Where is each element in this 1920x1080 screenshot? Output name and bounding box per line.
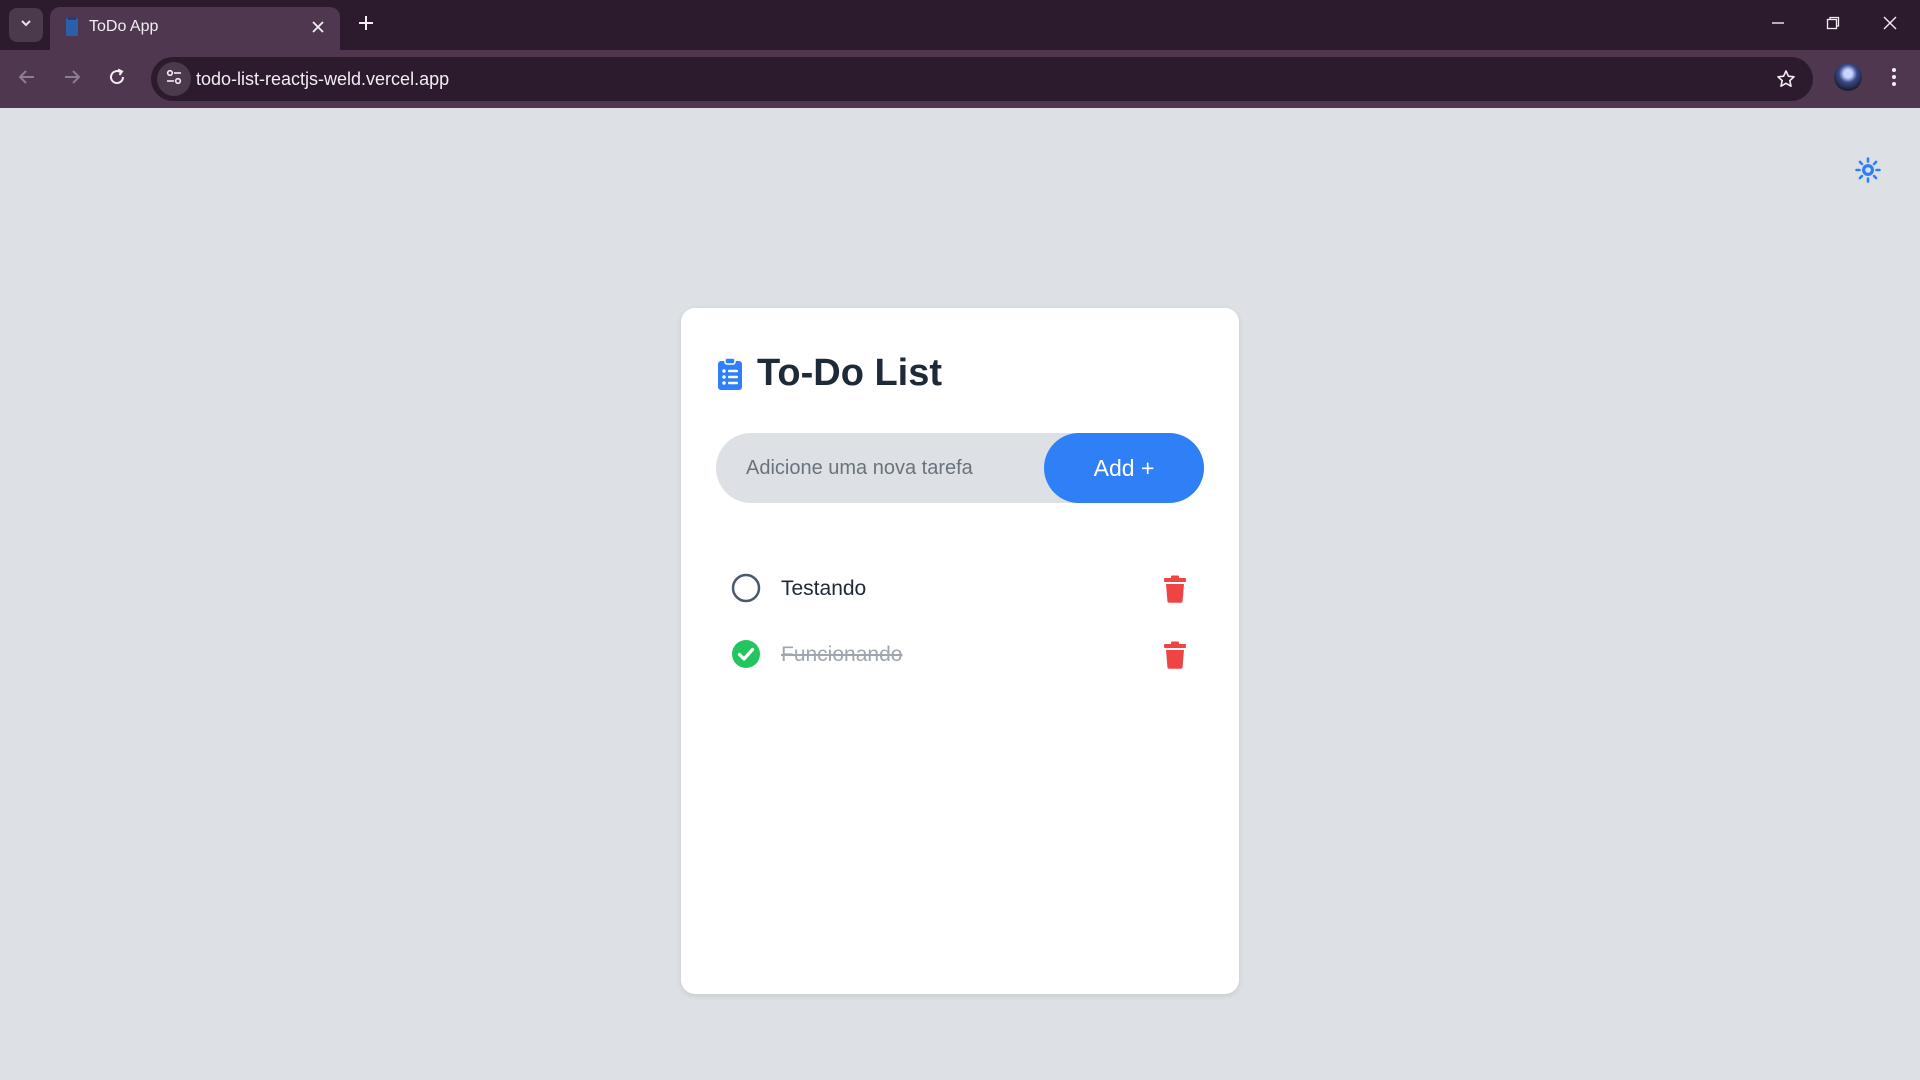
browser-tab-active[interactable]: ToDo App <box>50 7 340 50</box>
more-vertical-icon <box>1891 67 1897 92</box>
task-list: Testando Funcionando <box>681 563 1239 695</box>
task-toggle-checkbox[interactable] <box>731 639 761 674</box>
new-tab-button[interactable] <box>353 12 379 38</box>
heading-text: To-Do List <box>757 352 943 394</box>
tab-search-button[interactable] <box>9 8 43 42</box>
page-title: To-Do List <box>717 352 942 395</box>
theme-toggle-button[interactable] <box>1851 155 1885 189</box>
minimize-icon <box>1771 16 1785 35</box>
trash-icon <box>1163 641 1187 674</box>
trash-icon <box>1163 575 1187 608</box>
bookmark-star-icon[interactable] <box>1773 66 1799 92</box>
circle-icon <box>731 573 761 608</box>
forward-button[interactable] <box>54 61 90 97</box>
task-toggle-checkbox[interactable] <box>731 573 761 608</box>
arrow-right-icon <box>63 68 81 91</box>
close-tab-icon[interactable] <box>308 17 328 37</box>
reload-icon <box>108 68 126 91</box>
minimize-button[interactable] <box>1758 8 1798 42</box>
chevron-down-icon <box>19 16 33 35</box>
tune-icon <box>165 68 183 91</box>
delete-task-button[interactable] <box>1162 575 1188 608</box>
new-task-input[interactable] <box>716 433 1046 503</box>
add-task-button[interactable]: Add + <box>1044 433 1204 503</box>
add-task-form: Add + <box>716 433 1204 503</box>
browser-tab-bar: ToDo App <box>0 0 1920 50</box>
close-icon <box>1883 16 1897 35</box>
delete-task-button[interactable] <box>1162 641 1188 674</box>
url-text[interactable]: todo-list-reactjs-weld.vercel.app <box>196 69 449 90</box>
site-info-button[interactable] <box>157 62 191 96</box>
task-item: Funcionando <box>681 629 1239 695</box>
task-item: Testando <box>681 563 1239 629</box>
task-text[interactable]: Testando <box>781 577 866 601</box>
arrow-left-icon <box>18 68 36 91</box>
check-circle-icon <box>731 639 761 674</box>
browser-menu-button[interactable] <box>1880 61 1908 97</box>
sun-icon <box>1855 156 1881 188</box>
address-bar[interactable]: todo-list-reactjs-weld.vercel.app <box>151 57 1813 101</box>
profile-avatar[interactable] <box>1834 63 1862 91</box>
task-text[interactable]: Funcionando <box>781 643 902 667</box>
restore-button[interactable] <box>1813 8 1853 42</box>
tab-favicon-icon <box>64 16 80 43</box>
restore-icon <box>1826 16 1840 35</box>
todo-card: To-Do List Add + Testando <box>681 308 1239 994</box>
browser-toolbar: todo-list-reactjs-weld.vercel.app <box>0 50 1920 108</box>
reload-button[interactable] <box>99 61 135 97</box>
close-window-button[interactable] <box>1870 8 1910 42</box>
tab-title: ToDo App <box>89 18 159 35</box>
clipboard-list-icon <box>717 356 743 391</box>
back-button[interactable] <box>9 61 45 97</box>
plus-icon <box>358 15 374 36</box>
